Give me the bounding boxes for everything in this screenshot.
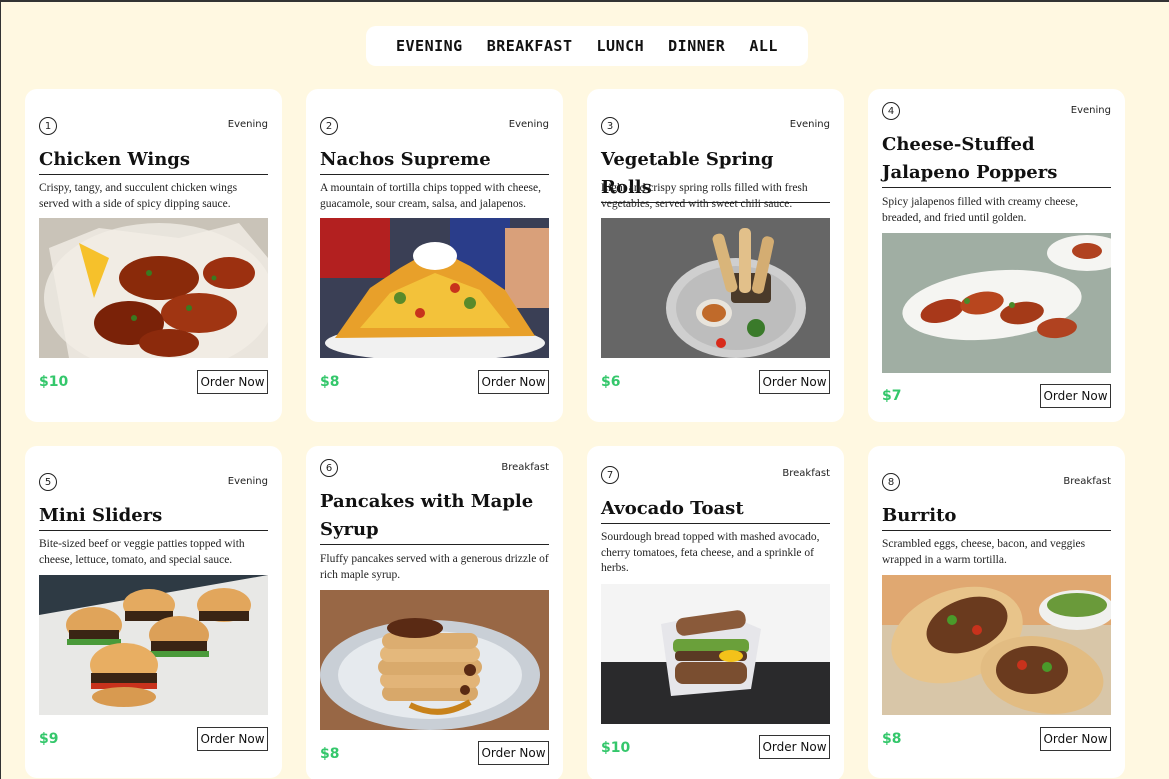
- item-category: Evening: [1070, 105, 1111, 116]
- menu-card: 4 Evening Cheese-Stuffed Jalapeno Popper…: [868, 89, 1125, 422]
- nav-all[interactable]: ALL: [749, 37, 778, 55]
- item-image: [601, 218, 830, 358]
- item-description: Scrambled eggs, cheese, bacon, and veggi…: [882, 538, 1086, 566]
- item-price: $9: [39, 731, 59, 747]
- item-image: [320, 218, 549, 358]
- item-price: $8: [320, 374, 340, 390]
- item-image: [882, 233, 1111, 373]
- item-description: Fluffy pancakes served with a generous d…: [320, 553, 549, 581]
- item-title: Burrito: [882, 502, 1111, 531]
- order-now-button[interactable]: Order Now: [478, 370, 549, 394]
- item-title: Avocado Toast: [601, 495, 830, 524]
- menu-card: 3 Evening Vegetable Spring Rolls Light a…: [587, 89, 844, 422]
- item-description: Sourdough bread topped with mashed avoca…: [601, 531, 820, 574]
- item-image: [39, 575, 268, 715]
- order-now-button[interactable]: Order Now: [1040, 384, 1111, 408]
- item-price: $6: [601, 374, 621, 390]
- item-title: Cheese-Stuffed Jalapeno Poppers: [882, 131, 1111, 188]
- item-category: Evening: [227, 119, 268, 130]
- item-description: Crispy, tangy, and succulent chicken win…: [39, 182, 238, 210]
- item-number: 4: [882, 102, 900, 120]
- order-now-button[interactable]: Order Now: [478, 741, 549, 765]
- category-nav: EVENING BREAKFAST LUNCH DINNER ALL: [366, 26, 808, 66]
- item-number: 5: [39, 473, 57, 491]
- order-now-button[interactable]: Order Now: [1040, 727, 1111, 751]
- menu-card: 8 Breakfast Burrito Scrambled eggs, chee…: [868, 446, 1125, 778]
- item-number: 2: [320, 117, 338, 135]
- menu-card: 5 Evening Mini Sliders Bite-sized beef o…: [25, 446, 282, 778]
- item-number: 7: [601, 466, 619, 484]
- item-number: 8: [882, 473, 900, 491]
- item-description: A mountain of tortilla chips topped with…: [320, 182, 542, 210]
- item-category: Breakfast: [501, 462, 549, 473]
- item-description: Light and crispy spring rolls filled wit…: [601, 182, 808, 210]
- item-price: $10: [39, 374, 69, 390]
- item-description: Bite-sized beef or veggie patties topped…: [39, 538, 245, 566]
- item-category: Evening: [789, 119, 830, 130]
- item-image: [320, 590, 549, 730]
- nav-lunch[interactable]: LUNCH: [597, 37, 645, 55]
- item-title: Chicken Wings: [39, 146, 268, 175]
- item-description: Spicy jalapenos filled with creamy chees…: [882, 196, 1079, 224]
- nav-dinner[interactable]: DINNER: [668, 37, 725, 55]
- item-title: Mini Sliders: [39, 502, 268, 531]
- item-number: 1: [39, 117, 57, 135]
- item-title: Pancakes with Maple Syrup: [320, 488, 549, 545]
- item-image: [39, 218, 268, 358]
- menu-card: 2 Evening Nachos Supreme A mountain of t…: [306, 89, 563, 422]
- order-now-button[interactable]: Order Now: [197, 727, 268, 751]
- item-category: Breakfast: [1063, 476, 1111, 487]
- item-category: Evening: [508, 119, 549, 130]
- item-price: $8: [320, 746, 340, 762]
- item-title: Nachos Supreme: [320, 146, 549, 175]
- item-category: Evening: [227, 476, 268, 487]
- order-now-button[interactable]: Order Now: [759, 735, 830, 759]
- item-number: 6: [320, 459, 338, 477]
- item-price: $8: [882, 731, 902, 747]
- item-price: $7: [882, 388, 902, 404]
- menu-card: 1 Evening Chicken Wings Crispy, tangy, a…: [25, 89, 282, 422]
- order-now-button[interactable]: Order Now: [197, 370, 268, 394]
- nav-breakfast[interactable]: BREAKFAST: [487, 37, 573, 55]
- menu-card: 7 Breakfast Avocado Toast Sourdough brea…: [587, 446, 844, 779]
- item-category: Breakfast: [782, 468, 830, 479]
- item-image: [601, 584, 830, 724]
- order-now-button[interactable]: Order Now: [759, 370, 830, 394]
- nav-evening[interactable]: EVENING: [396, 37, 463, 55]
- item-number: 3: [601, 117, 619, 135]
- item-image: [882, 575, 1111, 715]
- item-price: $10: [601, 740, 631, 756]
- menu-card: 6 Breakfast Pancakes with Maple Syrup Fl…: [306, 446, 563, 779]
